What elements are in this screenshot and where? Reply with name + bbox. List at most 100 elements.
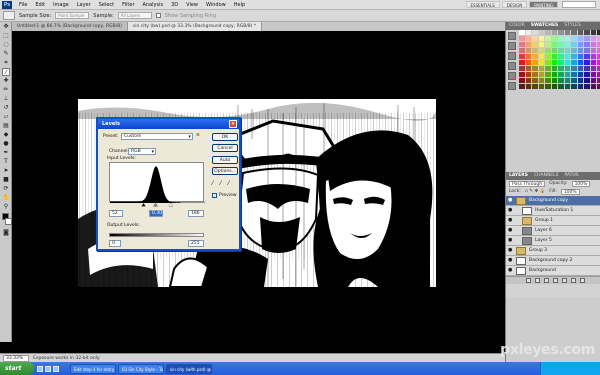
cs-live-search-input[interactable] [562,1,596,8]
visibility-eye-icon[interactable]: ● [508,228,513,233]
color-swatch[interactable] [577,54,583,59]
color-swatch[interactable] [551,54,557,59]
taskbar-item[interactable]: Edit step 4 for entry c... [70,363,116,374]
visibility-eye-icon[interactable]: ● [508,258,513,263]
color-swatch[interactable] [532,42,538,47]
color-swatch[interactable] [545,36,551,41]
color-swatch[interactable] [584,48,590,53]
color-swatch[interactable] [545,60,551,65]
layer-row[interactable]: ● Group 3 [506,246,600,256]
output-black-field[interactable]: 0 [109,240,121,247]
tab-channels[interactable]: CHANNELS [534,172,559,180]
lasso-tool-icon[interactable]: ◌ [2,41,10,49]
color-swatch[interactable] [525,30,531,35]
color-swatch[interactable] [571,54,577,59]
color-swatch[interactable] [525,36,531,41]
paragraph-panel-icon[interactable] [508,82,516,90]
color-swatch[interactable] [584,84,590,89]
color-swatch[interactable] [525,72,531,77]
color-swatch[interactable] [538,30,544,35]
color-swatch[interactable] [558,54,564,59]
actions-panel-icon[interactable] [508,42,516,50]
color-swatch[interactable] [519,48,525,53]
dialog-titlebar[interactable]: Levels × [98,119,239,129]
color-swatch[interactable] [532,78,538,83]
color-swatch[interactable] [571,72,577,77]
color-swatch[interactable] [577,42,583,47]
color-swatch[interactable] [584,54,590,59]
show-sampling-ring-checkbox[interactable] [155,13,161,18]
photoshop-logo[interactable]: Ps [2,0,12,9]
tab-swatches[interactable]: SWATCHES [531,22,559,30]
color-swatch[interactable] [538,72,544,77]
color-swatch[interactable] [558,42,564,47]
color-swatch[interactable] [551,36,557,41]
color-swatch[interactable] [584,42,590,47]
quick-launch-icon[interactable] [53,365,59,372]
dodge-tool-icon[interactable]: ● [2,140,10,148]
new-layer-icon[interactable] [571,278,576,283]
channel-dropdown[interactable]: RGB [128,148,156,155]
color-swatch[interactable] [519,78,525,83]
hand-tool-icon[interactable]: ✋ [2,194,10,202]
visibility-eye-icon[interactable]: ● [508,218,513,223]
color-swatch[interactable] [577,84,583,89]
tab-paths[interactable]: PATHS [565,172,579,180]
menu-help[interactable]: Help [230,2,249,8]
color-swatch[interactable] [564,48,570,53]
color-swatch[interactable] [532,84,538,89]
color-swatch[interactable] [558,72,564,77]
menu-view[interactable]: View [182,2,202,8]
options-button[interactable]: Options... [212,167,238,175]
color-swatch[interactable] [519,60,525,65]
color-swatch[interactable] [551,84,557,89]
menu-layer[interactable]: Layer [73,2,95,8]
layer-style-icon[interactable] [535,278,540,283]
layer-row[interactable]: ● Group 1 [506,216,600,226]
quick-mask-icon[interactable]: ◙ [2,229,10,237]
color-swatch[interactable] [577,60,583,65]
visibility-eye-icon[interactable]: ● [508,248,513,253]
delete-layer-icon[interactable] [580,278,585,283]
start-button[interactable]: start [0,362,34,375]
color-swatch[interactable] [525,84,531,89]
color-swatch[interactable] [571,36,577,41]
color-swatch[interactable] [551,60,557,65]
color-swatch[interactable] [551,72,557,77]
color-swatch[interactable] [545,72,551,77]
sample-size-dropdown[interactable]: Point Sample [55,12,90,19]
eyedropper-tool-icon[interactable]: ⁄ [2,68,10,76]
eyedropper-white-icon[interactable]: ⁄ [228,180,229,187]
quick-select-tool-icon[interactable]: ✎ [2,50,10,58]
visibility-eye-icon[interactable]: ● [508,268,513,273]
color-swatch[interactable] [584,66,590,71]
color-swatch[interactable] [532,30,538,35]
healing-brush-tool-icon[interactable]: ✚ [2,77,10,85]
color-swatch[interactable] [532,60,538,65]
ok-button[interactable]: OK [212,133,238,141]
color-swatch[interactable] [571,78,577,83]
color-swatch[interactable] [551,78,557,83]
color-swatch[interactable] [532,36,538,41]
color-swatch[interactable] [538,54,544,59]
zoom-level-field[interactable]: 33.33% [3,354,29,362]
zoom-tool-icon[interactable]: ⚲ [2,203,10,211]
history-panel-icon[interactable] [508,32,516,40]
layer-row[interactable]: ● Background copy [506,196,600,206]
input-white-field[interactable]: 186 [188,210,204,217]
layer-row[interactable]: ● Background copy 2 [506,256,600,266]
menu-3d[interactable]: 3D [167,2,182,8]
auto-button[interactable]: Auto [212,156,238,164]
move-tool-icon[interactable]: ✥ [2,23,10,31]
color-swatch[interactable] [577,48,583,53]
color-swatch[interactable] [577,66,583,71]
color-swatch[interactable] [584,72,590,77]
marquee-tool-icon[interactable]: ⬚ [2,32,10,40]
preview-checkbox[interactable]: ✓ [212,193,217,198]
workspace-essentials[interactable]: ESSENTIALS [465,1,500,8]
color-swatch[interactable] [564,78,570,83]
clone-source-panel-icon[interactable] [508,62,516,70]
input-midtone-field[interactable]: 0.30 [149,210,163,217]
gradient-tool-icon[interactable]: ▤ [2,122,10,130]
color-swatch[interactable] [538,66,544,71]
